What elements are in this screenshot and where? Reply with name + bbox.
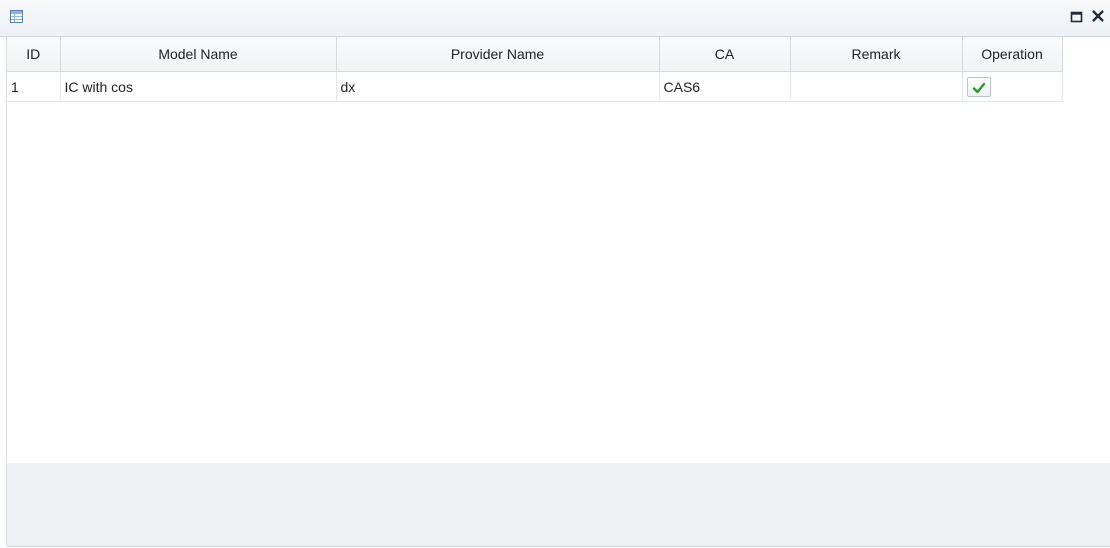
- grid-window: ID Model Name Provider Name CA Remark Op…: [0, 0, 1110, 548]
- cell-provider-name: dx: [336, 71, 660, 102]
- grid-footer-panel: [7, 463, 1110, 547]
- grid-header-row: ID Model Name Provider Name CA Remark Op…: [7, 37, 1063, 72]
- grid-window-icon: [10, 10, 23, 23]
- checkmark-icon: [972, 82, 985, 93]
- column-header-remark[interactable]: Remark: [790, 37, 963, 72]
- close-icon[interactable]: [1090, 8, 1106, 24]
- cell-id: 1: [7, 71, 61, 102]
- column-header-provider-name[interactable]: Provider Name: [336, 37, 660, 72]
- data-grid: ID Model Name Provider Name CA Remark Op…: [7, 37, 1063, 102]
- cell-model-name: IC with cos: [60, 71, 337, 102]
- window-titlebar: [0, 0, 1110, 37]
- table-row[interactable]: 1 IC with cos dx CAS6: [7, 71, 1063, 102]
- data-grid-container: ID Model Name Provider Name CA Remark Op…: [7, 37, 1110, 463]
- confirm-button[interactable]: [966, 76, 991, 97]
- column-header-ca[interactable]: CA: [659, 37, 791, 72]
- cell-ca: CAS6: [659, 71, 791, 102]
- column-header-id[interactable]: ID: [7, 37, 61, 72]
- column-header-model-name[interactable]: Model Name: [60, 37, 337, 72]
- column-header-operation[interactable]: Operation: [962, 37, 1063, 72]
- cell-remark: [790, 71, 963, 102]
- maximize-icon[interactable]: [1070, 10, 1084, 24]
- cell-operation: [962, 71, 1063, 102]
